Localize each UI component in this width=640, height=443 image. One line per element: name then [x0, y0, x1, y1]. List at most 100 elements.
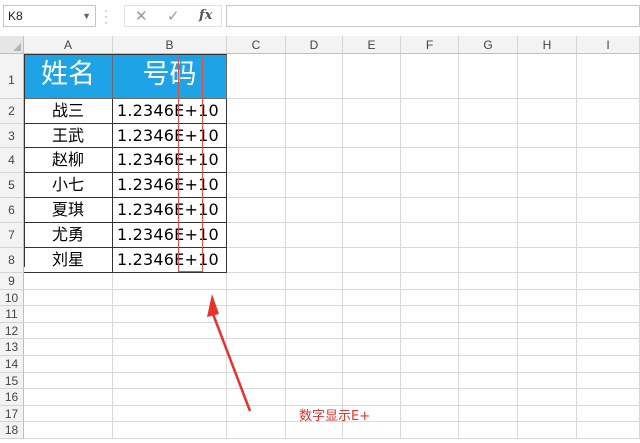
empty-cell[interactable]	[227, 124, 286, 148]
column-header[interactable]: G	[459, 36, 518, 54]
empty-cell[interactable]	[459, 124, 518, 148]
empty-cell[interactable]	[24, 306, 113, 323]
empty-cell[interactable]	[227, 273, 286, 290]
row-header[interactable]: 5	[0, 173, 24, 198]
empty-cell[interactable]	[286, 373, 343, 389]
empty-cell[interactable]	[577, 373, 640, 389]
empty-cell[interactable]	[518, 339, 577, 356]
empty-cell[interactable]	[343, 422, 401, 439]
empty-cell[interactable]	[113, 422, 227, 439]
empty-cell[interactable]	[577, 99, 640, 124]
empty-cell[interactable]	[459, 373, 518, 389]
more-options-icon[interactable]: · · ·	[104, 4, 108, 28]
column-header[interactable]: E	[343, 36, 401, 54]
number-cell[interactable]: 1.2346E+10	[113, 99, 227, 124]
empty-cell[interactable]	[113, 389, 227, 406]
empty-cell[interactable]	[577, 148, 640, 173]
empty-cell[interactable]	[459, 339, 518, 356]
empty-cell[interactable]	[577, 406, 640, 422]
empty-cell[interactable]	[518, 223, 577, 248]
empty-cell[interactable]	[227, 198, 286, 223]
row-header[interactable]: 4	[0, 148, 24, 173]
row-header[interactable]: 14	[0, 356, 24, 373]
empty-cell[interactable]	[24, 323, 113, 339]
empty-cell[interactable]	[113, 373, 227, 389]
empty-cell[interactable]	[343, 198, 401, 223]
empty-cell[interactable]	[401, 124, 459, 148]
empty-cell[interactable]	[343, 99, 401, 124]
empty-cell[interactable]	[401, 173, 459, 198]
empty-cell[interactable]	[459, 223, 518, 248]
empty-cell[interactable]	[518, 306, 577, 323]
empty-cell[interactable]	[286, 173, 343, 198]
empty-cell[interactable]	[518, 356, 577, 373]
empty-cell[interactable]	[459, 54, 518, 99]
number-cell[interactable]: 1.2346E+10	[113, 248, 227, 273]
empty-cell[interactable]	[401, 273, 459, 290]
empty-cell[interactable]	[227, 306, 286, 323]
number-cell[interactable]: 1.2346E+10	[113, 173, 227, 198]
empty-cell[interactable]	[286, 290, 343, 306]
empty-cell[interactable]	[24, 422, 113, 439]
empty-cell[interactable]	[518, 173, 577, 198]
empty-cell[interactable]	[518, 124, 577, 148]
empty-cell[interactable]	[286, 148, 343, 173]
number-cell[interactable]: 1.2346E+10	[113, 148, 227, 173]
empty-cell[interactable]	[577, 306, 640, 323]
number-cell[interactable]: 1.2346E+10	[113, 198, 227, 223]
empty-cell[interactable]	[577, 273, 640, 290]
empty-cell[interactable]	[343, 306, 401, 323]
empty-cell[interactable]	[577, 173, 640, 198]
empty-cell[interactable]	[577, 223, 640, 248]
empty-cell[interactable]	[401, 99, 459, 124]
empty-cell[interactable]	[459, 290, 518, 306]
empty-cell[interactable]	[343, 323, 401, 339]
empty-cell[interactable]	[577, 323, 640, 339]
empty-cell[interactable]	[401, 406, 459, 422]
empty-cell[interactable]	[24, 290, 113, 306]
empty-cell[interactable]	[227, 323, 286, 339]
empty-cell[interactable]	[401, 248, 459, 273]
empty-cell[interactable]	[286, 248, 343, 273]
empty-cell[interactable]	[518, 323, 577, 339]
name-cell[interactable]: 夏琪	[24, 198, 113, 223]
row-header[interactable]: 1	[0, 54, 24, 99]
empty-cell[interactable]	[24, 339, 113, 356]
column-header[interactable]: I	[577, 36, 640, 54]
empty-cell[interactable]	[343, 148, 401, 173]
empty-cell[interactable]	[343, 356, 401, 373]
empty-cell[interactable]	[343, 389, 401, 406]
empty-cell[interactable]	[286, 389, 343, 406]
empty-cell[interactable]	[113, 290, 227, 306]
empty-cell[interactable]	[401, 422, 459, 439]
empty-cell[interactable]	[24, 356, 113, 373]
empty-cell[interactable]	[227, 148, 286, 173]
empty-cell[interactable]	[401, 389, 459, 406]
empty-cell[interactable]	[518, 290, 577, 306]
empty-cell[interactable]	[459, 356, 518, 373]
empty-cell[interactable]	[459, 99, 518, 124]
empty-cell[interactable]	[577, 54, 640, 99]
empty-cell[interactable]	[459, 306, 518, 323]
empty-cell[interactable]	[227, 248, 286, 273]
empty-cell[interactable]	[459, 148, 518, 173]
empty-cell[interactable]	[518, 148, 577, 173]
empty-cell[interactable]	[24, 389, 113, 406]
empty-cell[interactable]	[518, 406, 577, 422]
empty-cell[interactable]	[518, 248, 577, 273]
empty-cell[interactable]	[343, 54, 401, 99]
empty-cell[interactable]	[343, 223, 401, 248]
empty-cell[interactable]	[113, 306, 227, 323]
empty-cell[interactable]	[577, 124, 640, 148]
insert-function-icon[interactable]: fx	[199, 8, 212, 23]
column-header[interactable]: A	[24, 36, 113, 54]
empty-cell[interactable]	[401, 54, 459, 99]
empty-cell[interactable]	[459, 406, 518, 422]
empty-cell[interactable]	[401, 323, 459, 339]
empty-cell[interactable]	[459, 198, 518, 223]
empty-cell[interactable]	[577, 356, 640, 373]
empty-cell[interactable]	[227, 290, 286, 306]
row-header[interactable]: 12	[0, 323, 24, 339]
row-header[interactable]: 7	[0, 223, 24, 248]
empty-cell[interactable]	[401, 148, 459, 173]
